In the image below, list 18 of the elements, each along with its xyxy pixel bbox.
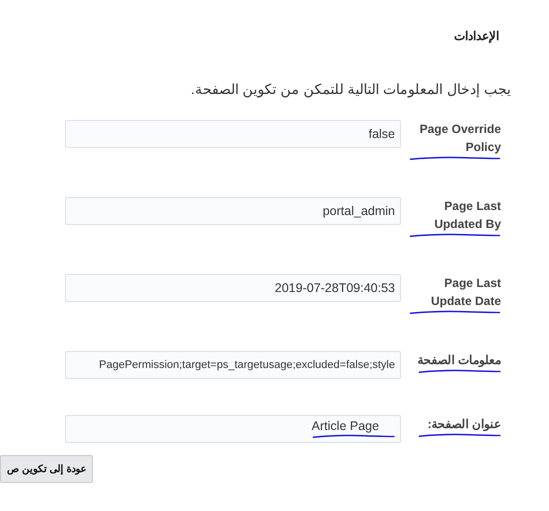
field-label: Page Last Updated By — [433, 198, 501, 233]
text-field[interactable]: false — [65, 120, 401, 148]
back-button[interactable]: عودة إلى تكوين ص — [0, 455, 94, 483]
field-label: عنوان الصفحة: — [426, 416, 501, 433]
field-value: false — [368, 126, 395, 142]
text-field[interactable]: Article Page — [65, 415, 401, 443]
section-heading: الإعدادات — [453, 28, 499, 45]
field-value: PagePermission;target=ps_targetusage;excluded=false;style — [99, 358, 395, 372]
field-value: portal_admin — [322, 204, 395, 218]
field-label: Page Last Update Date — [430, 275, 501, 310]
field-value: 2019-07-28T09:40:53 — [274, 280, 395, 296]
field-value: Article Page — [312, 419, 380, 434]
field-label: Page Override Policy — [418, 121, 501, 156]
instruction-text: يجب إدخال المعلومات التالية للتمكن من تكوين الصفحة. — [190, 80, 511, 100]
text-field[interactable]: portal_admin — [65, 197, 401, 225]
text-field[interactable]: PagePermission;target=ps_targetusage;excluded=false;style — [65, 351, 401, 379]
field-label: معلومات الصفحة — [418, 352, 501, 369]
text-field[interactable]: 2019-07-28T09:40:53 — [65, 274, 401, 302]
